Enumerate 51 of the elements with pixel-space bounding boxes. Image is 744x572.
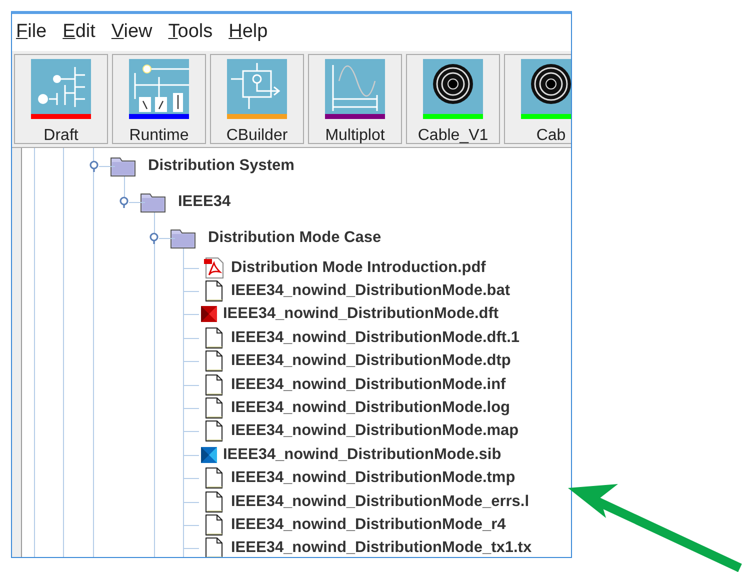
blank-file-icon <box>203 374 225 396</box>
blank-file-icon <box>203 350 225 372</box>
blank-file-icon <box>203 420 225 442</box>
tree-item-label[interactable]: Distribution Mode Case <box>208 229 382 247</box>
waveform-plot-icon <box>325 59 385 114</box>
tree-item-label[interactable]: Distribution System <box>148 157 294 175</box>
tree-item-label[interactable]: IEEE34_nowind_DistributionMode.bat <box>231 282 510 300</box>
tree-item-label[interactable]: IEEE34_nowind_DistributionMode.inf <box>231 376 506 394</box>
menu-item[interactable]: File <box>16 21 47 47</box>
toolbar-button[interactable]: Multiplot <box>308 54 402 144</box>
tree-item-label[interactable]: IEEE34 <box>178 193 231 211</box>
pdf-file-icon <box>203 256 225 279</box>
tree-item-label[interactable]: IEEE34_nowind_DistributionMode.tmp <box>231 469 516 488</box>
folder-icon <box>170 227 196 249</box>
tree-item-label[interactable]: IEEE34_nowind_DistributionMode.dft <box>223 305 499 324</box>
tree-item-label[interactable]: IEEE34_nowind_DistributionMode.dft.1 <box>231 328 520 347</box>
blank-file-icon <box>203 467 225 490</box>
menu-item[interactable]: Tools <box>168 21 213 47</box>
tree-item-label[interactable]: IEEE34_nowind_DistributionMode.sib <box>223 446 502 464</box>
blank-file-icon <box>203 514 225 536</box>
circuit-diagram-icon <box>31 59 91 114</box>
tree-item-label[interactable]: Distribution Mode Introduction.pdf <box>231 258 486 277</box>
toolbar-button[interactable]: Cable_V1 <box>406 54 500 144</box>
tree-item-label[interactable]: IEEE34_nowind_DistributionMode.dtp <box>231 352 511 370</box>
tree-item-label[interactable]: IEEE34_nowind_DistributionMode_r4 <box>231 516 506 534</box>
blank-file-icon <box>203 326 225 349</box>
control-panel-icon <box>129 59 189 114</box>
menu-item[interactable]: Edit <box>62 21 96 47</box>
cable-cross-section-icon <box>521 59 571 114</box>
tree-item-label[interactable]: IEEE34_nowind_DistributionMode.log <box>231 399 510 418</box>
toolbar-button[interactable]: Cab <box>504 54 571 144</box>
component-block-icon <box>227 59 287 114</box>
blank-file-icon <box>203 490 225 513</box>
folder-icon <box>110 155 136 177</box>
menu-item[interactable]: View <box>111 21 152 47</box>
blank-file-icon <box>203 397 225 420</box>
tree-item-label[interactable]: IEEE34_nowind_DistributionMode_tx1.tx <box>231 539 532 557</box>
toolbar-button[interactable]: Draft <box>14 54 108 144</box>
tree-item-label[interactable]: IEEE34_nowind_DistributionMode.map <box>231 422 519 440</box>
folder-icon <box>140 191 166 213</box>
blank-file-icon <box>203 280 225 302</box>
expanded-handle-icon[interactable] <box>118 196 130 208</box>
menu-item[interactable]: Help <box>228 21 268 47</box>
toolbar-button[interactable]: Runtime <box>112 54 206 144</box>
expanded-handle-icon[interactable] <box>148 232 160 244</box>
expanded-handle-icon[interactable] <box>88 160 100 172</box>
simulation-file-icon <box>201 446 217 463</box>
model-file-icon <box>201 306 217 322</box>
tree-item-label[interactable]: IEEE34_nowind_DistributionMode_errs.l <box>231 492 530 511</box>
cable-cross-section-icon <box>423 59 483 114</box>
toolbar-button[interactable]: CBuilder <box>210 54 304 144</box>
